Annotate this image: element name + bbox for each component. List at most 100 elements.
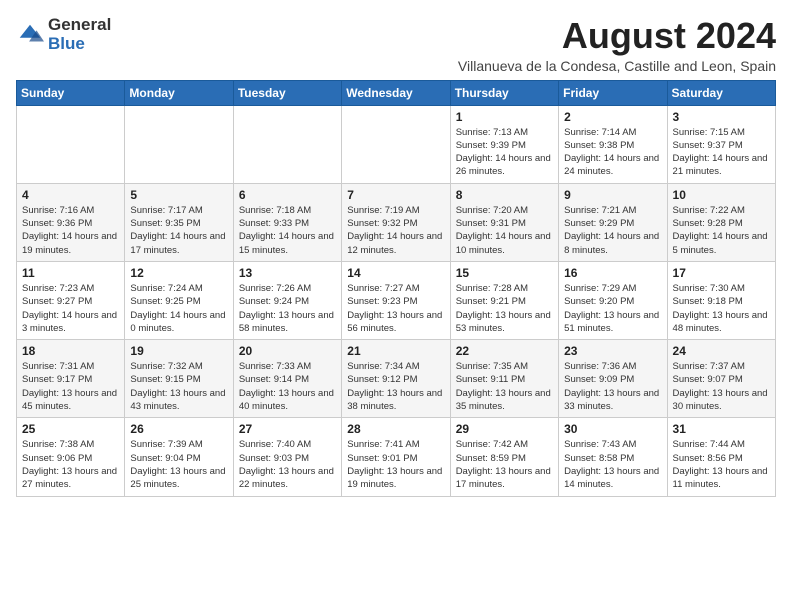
calendar-week-row: 1 Sunrise: 7:13 AMSunset: 9:39 PMDaylight… bbox=[17, 105, 776, 183]
day-number: 29 bbox=[456, 422, 553, 436]
day-number: 9 bbox=[564, 188, 661, 202]
day-header-saturday: Saturday bbox=[667, 80, 775, 105]
title-block: August 2024 Villanueva de la Condesa, Ca… bbox=[458, 16, 776, 74]
calendar-cell: 14 Sunrise: 7:27 AMSunset: 9:23 PMDayligh… bbox=[342, 261, 450, 339]
calendar-cell: 27 Sunrise: 7:40 AMSunset: 9:03 PMDayligh… bbox=[233, 418, 341, 496]
day-number: 2 bbox=[564, 110, 661, 124]
day-info: Sunrise: 7:42 AMSunset: 8:59 PMDaylight:… bbox=[456, 438, 553, 491]
day-number: 3 bbox=[673, 110, 770, 124]
day-number: 7 bbox=[347, 188, 444, 202]
calendar-cell: 10Sunrise: 7:22 AMSunset: 9:28 PMDayligh… bbox=[667, 183, 775, 261]
calendar-cell: 6Sunrise: 7:18 AMSunset: 9:33 PMDaylight… bbox=[233, 183, 341, 261]
calendar-week-row: 11 Sunrise: 7:23 AMSunset: 9:27 PMDayligh… bbox=[17, 261, 776, 339]
logo-blue-text: Blue bbox=[48, 35, 111, 54]
calendar-cell: 12Sunrise: 7:24 AMSunset: 9:25 PMDayligh… bbox=[125, 261, 233, 339]
calendar-cell: 9 Sunrise: 7:21 AMSunset: 9:29 PMDaylight… bbox=[559, 183, 667, 261]
calendar-cell: 20 Sunrise: 7:33 AMSunset: 9:14 PMDayligh… bbox=[233, 340, 341, 418]
calendar-cell: 31 Sunrise: 7:44 AMSunset: 8:56 PMDayligh… bbox=[667, 418, 775, 496]
day-info: Sunrise: 7:28 AMSunset: 9:21 PMDaylight:… bbox=[456, 282, 553, 335]
day-number: 8 bbox=[456, 188, 553, 202]
day-number: 15 bbox=[456, 266, 553, 280]
day-info: Sunrise: 7:19 AMSunset: 9:32 PMDaylight:… bbox=[347, 204, 444, 257]
day-info: Sunrise: 7:32 AMSunset: 9:15 PMDaylight:… bbox=[130, 360, 227, 413]
header: General Blue August 2024 Villanueva de l… bbox=[16, 16, 776, 74]
day-info: Sunrise: 7:34 AMSunset: 9:12 PMDaylight:… bbox=[347, 360, 444, 413]
calendar-cell: 17Sunrise: 7:30 AMSunset: 9:18 PMDayligh… bbox=[667, 261, 775, 339]
day-number: 19 bbox=[130, 344, 227, 358]
day-info: Sunrise: 7:36 AMSunset: 9:09 PMDaylight:… bbox=[564, 360, 661, 413]
day-info: Sunrise: 7:20 AMSunset: 9:31 PMDaylight:… bbox=[456, 204, 553, 257]
logo-text: General Blue bbox=[48, 16, 111, 53]
day-number: 22 bbox=[456, 344, 553, 358]
calendar-cell: 1 Sunrise: 7:13 AMSunset: 9:39 PMDaylight… bbox=[450, 105, 558, 183]
calendar-week-row: 4 Sunrise: 7:16 AMSunset: 9:36 PMDaylight… bbox=[17, 183, 776, 261]
day-number: 18 bbox=[22, 344, 119, 358]
day-number: 31 bbox=[673, 422, 770, 436]
day-number: 13 bbox=[239, 266, 336, 280]
day-number: 28 bbox=[347, 422, 444, 436]
day-number: 11 bbox=[22, 266, 119, 280]
day-info: Sunrise: 7:15 AMSunset: 9:37 PMDaylight:… bbox=[673, 126, 770, 179]
day-info: Sunrise: 7:41 AMSunset: 9:01 PMDaylight:… bbox=[347, 438, 444, 491]
calendar-cell: 16Sunrise: 7:29 AMSunset: 9:20 PMDayligh… bbox=[559, 261, 667, 339]
day-number: 17 bbox=[673, 266, 770, 280]
day-number: 30 bbox=[564, 422, 661, 436]
logo-general-text: General bbox=[48, 16, 111, 35]
calendar-week-row: 18 Sunrise: 7:31 AMSunset: 9:17 PMDayligh… bbox=[17, 340, 776, 418]
day-number: 26 bbox=[130, 422, 227, 436]
day-info: Sunrise: 7:21 AMSunset: 9:29 PMDaylight:… bbox=[564, 204, 661, 257]
day-info: Sunrise: 7:43 AMSunset: 8:58 PMDaylight:… bbox=[564, 438, 661, 491]
day-number: 1 bbox=[456, 110, 553, 124]
day-info: Sunrise: 7:39 AMSunset: 9:04 PMDaylight:… bbox=[130, 438, 227, 491]
day-info: Sunrise: 7:44 AMSunset: 8:56 PMDaylight:… bbox=[673, 438, 770, 491]
calendar-cell: 22 Sunrise: 7:35 AMSunset: 9:11 PMDayligh… bbox=[450, 340, 558, 418]
day-header-wednesday: Wednesday bbox=[342, 80, 450, 105]
day-info: Sunrise: 7:40 AMSunset: 9:03 PMDaylight:… bbox=[239, 438, 336, 491]
calendar-cell: 23Sunrise: 7:36 AMSunset: 9:09 PMDayligh… bbox=[559, 340, 667, 418]
day-header-tuesday: Tuesday bbox=[233, 80, 341, 105]
calendar-cell: 5Sunrise: 7:17 AMSunset: 9:35 PMDaylight… bbox=[125, 183, 233, 261]
day-number: 20 bbox=[239, 344, 336, 358]
day-number: 5 bbox=[130, 188, 227, 202]
month-year-title: August 2024 bbox=[458, 16, 776, 56]
day-number: 12 bbox=[130, 266, 227, 280]
calendar-week-row: 25 Sunrise: 7:38 AMSunset: 9:06 PMDayligh… bbox=[17, 418, 776, 496]
day-info: Sunrise: 7:16 AMSunset: 9:36 PMDaylight:… bbox=[22, 204, 119, 257]
day-info: Sunrise: 7:23 AMSunset: 9:27 PMDaylight:… bbox=[22, 282, 119, 335]
calendar-cell bbox=[125, 105, 233, 183]
day-info: Sunrise: 7:13 AMSunset: 9:39 PMDaylight:… bbox=[456, 126, 553, 179]
day-info: Sunrise: 7:18 AMSunset: 9:33 PMDaylight:… bbox=[239, 204, 336, 257]
calendar-cell bbox=[342, 105, 450, 183]
calendar-table: SundayMondayTuesdayWednesdayThursdayFrid… bbox=[16, 80, 776, 497]
day-number: 14 bbox=[347, 266, 444, 280]
calendar-cell bbox=[233, 105, 341, 183]
day-info: Sunrise: 7:22 AMSunset: 9:28 PMDaylight:… bbox=[673, 204, 770, 257]
calendar-cell: 26 Sunrise: 7:39 AMSunset: 9:04 PMDayligh… bbox=[125, 418, 233, 496]
day-info: Sunrise: 7:27 AMSunset: 9:23 PMDaylight:… bbox=[347, 282, 444, 335]
location-subtitle: Villanueva de la Condesa, Castille and L… bbox=[458, 58, 776, 74]
calendar-cell: 15 Sunrise: 7:28 AMSunset: 9:21 PMDayligh… bbox=[450, 261, 558, 339]
day-info: Sunrise: 7:35 AMSunset: 9:11 PMDaylight:… bbox=[456, 360, 553, 413]
day-number: 25 bbox=[22, 422, 119, 436]
day-info: Sunrise: 7:31 AMSunset: 9:17 PMDaylight:… bbox=[22, 360, 119, 413]
calendar-cell: 8 Sunrise: 7:20 AMSunset: 9:31 PMDaylight… bbox=[450, 183, 558, 261]
calendar-cell: 3 Sunrise: 7:15 AMSunset: 9:37 PMDaylight… bbox=[667, 105, 775, 183]
day-info: Sunrise: 7:38 AMSunset: 9:06 PMDaylight:… bbox=[22, 438, 119, 491]
day-info: Sunrise: 7:37 AMSunset: 9:07 PMDaylight:… bbox=[673, 360, 770, 413]
calendar-cell: 7 Sunrise: 7:19 AMSunset: 9:32 PMDaylight… bbox=[342, 183, 450, 261]
day-header-monday: Monday bbox=[125, 80, 233, 105]
logo-icon bbox=[16, 21, 44, 49]
day-info: Sunrise: 7:14 AMSunset: 9:38 PMDaylight:… bbox=[564, 126, 661, 179]
logo: General Blue bbox=[16, 16, 111, 53]
calendar-cell: 24Sunrise: 7:37 AMSunset: 9:07 PMDayligh… bbox=[667, 340, 775, 418]
calendar-cell: 21Sunrise: 7:34 AMSunset: 9:12 PMDayligh… bbox=[342, 340, 450, 418]
day-number: 4 bbox=[22, 188, 119, 202]
day-header-sunday: Sunday bbox=[17, 80, 125, 105]
day-header-thursday: Thursday bbox=[450, 80, 558, 105]
calendar-cell: 2 Sunrise: 7:14 AMSunset: 9:38 PMDaylight… bbox=[559, 105, 667, 183]
day-number: 27 bbox=[239, 422, 336, 436]
day-info: Sunrise: 7:33 AMSunset: 9:14 PMDaylight:… bbox=[239, 360, 336, 413]
calendar-cell: 29 Sunrise: 7:42 AMSunset: 8:59 PMDayligh… bbox=[450, 418, 558, 496]
calendar-cell: 30 Sunrise: 7:43 AMSunset: 8:58 PMDayligh… bbox=[559, 418, 667, 496]
calendar-cell: 19 Sunrise: 7:32 AMSunset: 9:15 PMDayligh… bbox=[125, 340, 233, 418]
